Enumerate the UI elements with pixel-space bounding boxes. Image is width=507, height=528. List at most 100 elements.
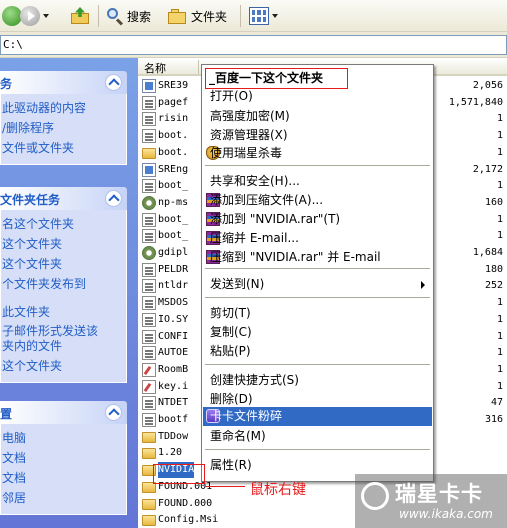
search-icon [106, 7, 124, 26]
search-button[interactable]: 搜索 [106, 4, 151, 28]
task-link[interactable]: 这个文件夹 [2, 254, 126, 274]
menu-item-compress-email[interactable]: 压缩并 E-mail... [203, 229, 432, 248]
menu-item-create-shortcut[interactable]: 创建快捷方式(S) [203, 371, 432, 390]
forward-arrow-icon [20, 6, 40, 26]
file-name: RoomB [158, 364, 189, 375]
other-places-title: 置 [0, 407, 13, 421]
address-input[interactable]: C:\ [0, 35, 507, 55]
file-name: PELDR [158, 264, 189, 275]
task-link[interactable]: 文件或文件夹 [2, 138, 126, 158]
task-link[interactable]: 名这个文件夹 [2, 214, 126, 234]
toolbar-divider [98, 5, 99, 27]
menu-item-properties[interactable]: 属性(R) [203, 456, 432, 475]
chevron-down-icon [272, 14, 278, 18]
file-name: boot. [158, 130, 189, 141]
system-tasks-title: 务 [0, 77, 13, 91]
menu-item-open[interactable]: 打开(O) [203, 87, 432, 106]
menu-item-paste[interactable]: 粘贴(P) [203, 342, 432, 361]
column-divider[interactable] [198, 60, 199, 74]
sys-file-icon [142, 129, 156, 143]
menu-item-rising-scan[interactable]: 使用瑞星杀毒 [203, 144, 432, 163]
menu-item-label: 属性(R) [210, 458, 252, 472]
file-name: IO.SY [158, 314, 189, 325]
task-link[interactable]: 子邮件形式发送该 夹内的文件 [2, 322, 126, 356]
menu-item-compress-nvidia-email[interactable]: 压缩到 "NVIDIA.rar" 并 E-mail [203, 248, 432, 267]
folder-icon [142, 515, 156, 526]
menu-item-share-security[interactable]: 共享和安全(H)... [203, 172, 432, 191]
folders-button[interactable]: 文件夹 [168, 4, 227, 28]
file-name: MSDOS [158, 297, 189, 308]
file-size: 1,684 [472, 247, 503, 258]
sys-file-icon [142, 296, 156, 310]
menu-item-label: 复制(C) [210, 325, 252, 339]
task-link[interactable]: 文档 [2, 448, 126, 468]
sys-file-icon [142, 396, 156, 410]
sys-file-icon [142, 346, 156, 360]
menu-separator [205, 268, 430, 269]
sys-file-icon [142, 229, 156, 243]
menu-item-add-to-nvidia-rar[interactable]: 添加到 "NVIDIA.rar"(T) [203, 210, 432, 229]
file-name: np-ms [158, 197, 189, 208]
file-name: 1.20 [158, 447, 183, 458]
file-size: 2,172 [472, 164, 503, 175]
wrench-file-icon [142, 363, 156, 377]
address-bar: C:\ [0, 32, 507, 58]
file-size: 2,056 [472, 80, 503, 91]
menu-separator [205, 165, 430, 166]
forward-button[interactable] [20, 4, 49, 28]
other-places-header[interactable]: 置 [0, 401, 127, 424]
file-name: pagef [158, 97, 189, 108]
task-link[interactable]: 个文件夹发布到 [2, 274, 126, 294]
menu-item-label: 共享和安全(H)... [210, 174, 300, 188]
file-name: ntldr [158, 280, 189, 291]
folder-icon [142, 499, 156, 510]
collapse-icon[interactable] [105, 190, 122, 207]
file-size: 1 [496, 214, 503, 225]
file-name: TDDow [158, 431, 189, 442]
folder-tasks-header[interactable]: 文件夹任务 [0, 187, 127, 210]
collapse-icon[interactable] [105, 404, 122, 421]
menu-item-rename[interactable]: 重命名(M) [203, 427, 432, 446]
menu-item-baidu-search[interactable]: _百度一下这个文件夹 [205, 68, 348, 89]
task-pane: 务 此驱动器的内容 /删除程序 文件或文件夹 文件夹任务 名这个文件夹 这个文件… [0, 58, 138, 528]
system-tasks-header[interactable]: 务 [0, 71, 127, 94]
submenu-arrow-icon [421, 281, 425, 289]
file-size: 1 [496, 113, 503, 124]
chevron-down-icon [43, 14, 49, 18]
task-link[interactable]: 文档 [2, 468, 126, 488]
file-name: NTDET [158, 397, 189, 408]
task-link[interactable]: 这个文件夹 [2, 234, 126, 254]
collapse-icon[interactable] [105, 74, 122, 91]
file-size: 1,571,840 [448, 97, 503, 108]
menu-item-kaka-shred[interactable]: 卡卡文件粉碎 [203, 407, 432, 426]
file-size: 160 [484, 197, 503, 208]
file-name: risin [158, 113, 189, 124]
up-folder-button[interactable] [70, 4, 90, 28]
file-name: SRE39 [158, 80, 189, 91]
back-arrow-icon [2, 6, 22, 26]
views-button[interactable] [249, 4, 278, 28]
menu-item-send-to[interactable]: 发送到(N) [203, 275, 432, 294]
name-column-header[interactable]: 名称 [144, 60, 166, 76]
views-icon [249, 7, 269, 25]
folder-tasks-body: 名这个文件夹 这个文件夹 这个文件夹 个文件夹发布到 此文件夹 子邮件形式发送该… [0, 210, 127, 383]
task-link[interactable]: 此驱动器的内容 [2, 98, 126, 118]
file-size: 1 [496, 314, 503, 325]
file-size: 1 [496, 381, 503, 392]
task-link[interactable]: 这个文件夹 [2, 356, 126, 376]
sys-file-icon [142, 413, 156, 427]
task-link[interactable]: 此文件夹 [2, 302, 126, 322]
file-name: SREng [158, 164, 189, 175]
menu-item-encrypt[interactable]: 高强度加密(M) [203, 107, 432, 126]
menu-item-label: 粘贴(P) [210, 344, 251, 358]
menu-item-explorer[interactable]: 资源管理器(X) [203, 126, 432, 145]
task-link[interactable]: 电脑 [2, 428, 126, 448]
menu-item-cut[interactable]: 剪切(T) [203, 304, 432, 323]
task-link[interactable]: /删除程序 [2, 118, 126, 138]
system-tasks-body: 此驱动器的内容 /删除程序 文件或文件夹 [0, 94, 127, 165]
menu-separator [205, 297, 430, 298]
menu-item-add-to-archive[interactable]: 添加到压缩文件(A)... [203, 191, 432, 210]
task-link[interactable]: 邻居 [2, 488, 126, 508]
file-size: 1 [496, 331, 503, 342]
menu-item-copy[interactable]: 复制(C) [203, 323, 432, 342]
